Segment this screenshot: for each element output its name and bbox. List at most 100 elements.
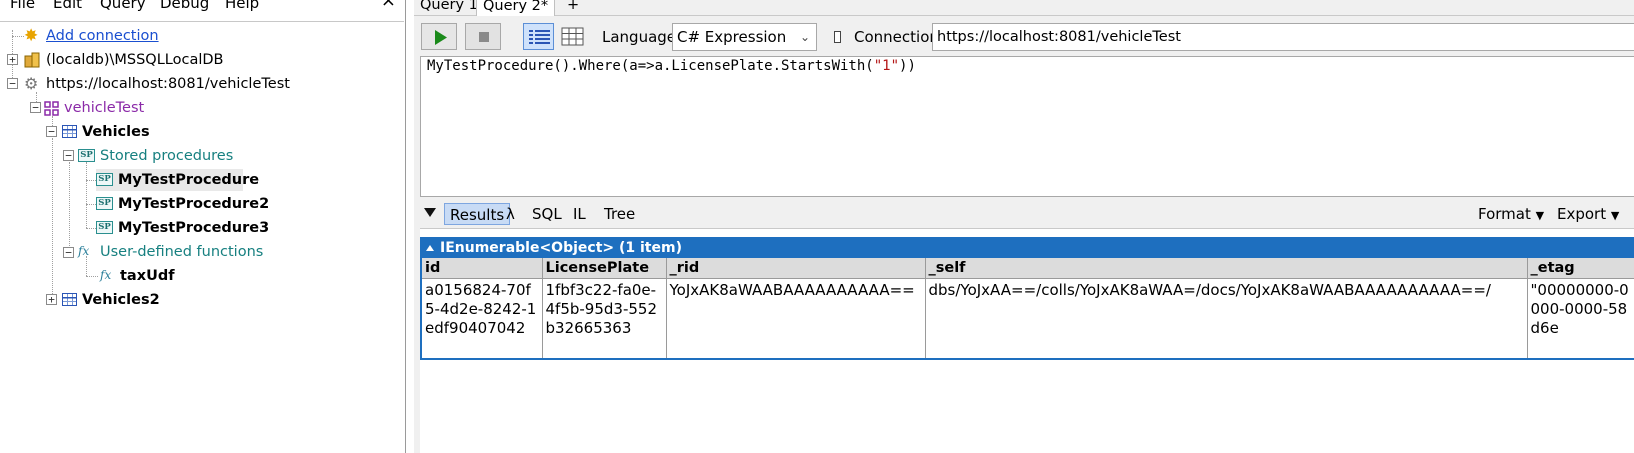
tree-item-label: MyTestProcedure: [118, 172, 260, 188]
toolbar: Language C# Expression ⌄ Connection http…: [414, 19, 1634, 55]
tree-line: [69, 162, 70, 254]
format-menu[interactable]: Format ▼: [1473, 203, 1549, 225]
tab-query-2[interactable]: Query 2*: [476, 0, 556, 16]
add-connection-link[interactable]: Add connection: [46, 25, 159, 47]
menu-file[interactable]: File: [10, 0, 35, 12]
tab-query-1[interactable]: Query 1: [414, 0, 484, 16]
sparkle-icon: ✸: [24, 26, 39, 46]
connection-field[interactable]: https://localhost:8081/vehicleTest: [932, 23, 1634, 51]
play-icon: [435, 30, 447, 45]
connection-toggle[interactable]: [834, 31, 841, 43]
results-title-text: IEnumerable<Object> (1 item): [440, 240, 682, 256]
close-icon[interactable]: ×: [381, 0, 396, 11]
new-tab-button[interactable]: +: [561, 0, 585, 16]
collapse-icon[interactable]: −: [7, 78, 18, 89]
format-label: Format: [1478, 205, 1531, 223]
tree-item-label: User-defined functions: [100, 244, 264, 260]
code-text: )): [899, 58, 916, 74]
collapse-icon[interactable]: −: [63, 150, 74, 161]
stored-procedure-icon: SP: [96, 173, 113, 186]
column-header-licenseplate[interactable]: LicensePlate: [542, 258, 667, 279]
cell-etag: "00000000-0000-0000-58d6e: [1530, 280, 1629, 337]
table-row: a0156824-70f5-4d2e-8242-1edf90407042 1fb…: [422, 278, 1634, 358]
tree-line: [86, 256, 87, 276]
stored-procedure-icon: SP: [78, 149, 95, 162]
tree-item-label: Stored procedures: [100, 148, 234, 164]
caret-down-icon: ▼: [1535, 209, 1545, 222]
stop-button[interactable]: [465, 23, 501, 50]
menu-bar: File Edit Query Debug Help ×: [0, 0, 404, 14]
query-panel: Query 1 Query 2* + Language C# Expressio…: [414, 0, 1634, 453]
results-pane: IEnumerable<Object> (1 item) id LicenseP…: [420, 228, 1634, 453]
code-string: "1": [873, 58, 900, 74]
collapse-icon[interactable]: −: [30, 102, 41, 113]
data-grid-button[interactable]: [557, 23, 588, 50]
tree-item-label: Vehicles: [82, 124, 150, 140]
query-code: MyTestProcedure().Where(a=>a.LicensePlat…: [427, 58, 916, 74]
tree-line: [86, 162, 87, 228]
tree-item-label: vehicleTest: [64, 100, 145, 116]
tree-line: [12, 36, 24, 37]
tree-item-label: Vehicles2: [82, 292, 160, 308]
column-header-rid[interactable]: _rid: [666, 258, 926, 279]
menu-query[interactable]: Query: [100, 0, 146, 12]
expand-icon[interactable]: +: [46, 294, 57, 305]
language-select[interactable]: C# Expression ⌄: [672, 23, 817, 51]
database-icon: [44, 101, 59, 116]
code-text: MyTestProcedure().Where(a=>a.LicensePlat…: [427, 58, 874, 74]
language-value: C# Expression: [677, 28, 787, 46]
table-icon: [62, 293, 77, 306]
tab-lambda[interactable]: λ: [501, 203, 520, 225]
cell-rid: YoJxAK8aWAABAAAAAAAAAA==: [666, 278, 926, 358]
grid-icon: [561, 27, 584, 46]
function-icon: fx: [100, 268, 112, 282]
column-header-id[interactable]: id: [422, 258, 543, 279]
cell-id: a0156824-70f5-4d2e-8242-1edf90407042: [422, 278, 543, 358]
table-icon: [62, 125, 77, 138]
tree-item-label: https://localhost:8081/vehicleTest: [46, 76, 290, 92]
language-label: Language: [602, 28, 677, 46]
function-icon: fx: [78, 244, 90, 258]
tree-item-label: MyTestProcedure3: [118, 220, 270, 236]
chevron-down-icon: ⌄: [799, 30, 810, 44]
gear-icon: ⚙: [24, 74, 39, 93]
results-toolbar: Results λ SQL IL Tree Format ▼ Export ▼: [414, 202, 1634, 226]
stop-icon: [479, 32, 489, 42]
tree-item-procedure-1[interactable]: SP MyTestProcedure: [96, 169, 259, 191]
results-grid: id LicensePlate _rid _self _etag a015682…: [422, 258, 1634, 358]
stored-procedure-icon: SP: [96, 197, 113, 210]
tree-line: [86, 276, 98, 277]
collapse-icon[interactable]: −: [46, 126, 57, 137]
column-header-self[interactable]: _self: [925, 258, 1528, 279]
tab-il[interactable]: IL: [568, 203, 591, 225]
results-table: IEnumerable<Object> (1 item) id LicenseP…: [420, 237, 1634, 360]
query-editor[interactable]: MyTestProcedure().Where(a=>a.LicensePlat…: [420, 56, 1634, 197]
column-header-etag[interactable]: _etag: [1527, 258, 1634, 279]
tree-line: [52, 138, 53, 300]
menu-debug[interactable]: Debug: [160, 0, 209, 12]
export-menu[interactable]: Export ▼: [1552, 203, 1624, 225]
tab-tree[interactable]: Tree: [599, 203, 640, 225]
collapse-icon[interactable]: [426, 245, 434, 251]
tree-item-label: taxUdf: [120, 268, 175, 284]
header-row: id LicensePlate _rid _self _etag: [422, 258, 1634, 279]
menu-help[interactable]: Help: [225, 0, 259, 12]
connection-label: Connection: [854, 28, 939, 46]
tab-bar: Query 1 Query 2* +: [414, 0, 1634, 16]
results-title[interactable]: IEnumerable<Object> (1 item): [422, 239, 1634, 258]
results-grid-button[interactable]: [523, 23, 554, 50]
divider: [0, 21, 404, 22]
collapse-icon[interactable]: −: [63, 247, 74, 258]
cell-licenseplate: 1fbf3c22-fa0e-4f5b-95d3-552b32665363: [542, 278, 667, 358]
tab-sql[interactable]: SQL: [527, 203, 567, 225]
tree-item-label: (localdb)\MSSQLLocalDB: [46, 52, 224, 68]
run-button[interactable]: [421, 23, 457, 50]
connection-explorer: File Edit Query Debug Help × ✸ Add conne…: [0, 0, 406, 453]
cell-self: dbs/YoJxAA==/colls/YoJxAK8aWAA=/docs/YoJ…: [925, 278, 1528, 358]
menu-edit[interactable]: Edit: [53, 0, 82, 12]
expand-icon[interactable]: +: [7, 54, 18, 65]
tree-item-label: MyTestProcedure2: [118, 196, 270, 212]
caret-down-icon: ▼: [1610, 209, 1620, 222]
list-view-icon: [529, 30, 550, 44]
collapse-results-icon[interactable]: [424, 208, 436, 217]
